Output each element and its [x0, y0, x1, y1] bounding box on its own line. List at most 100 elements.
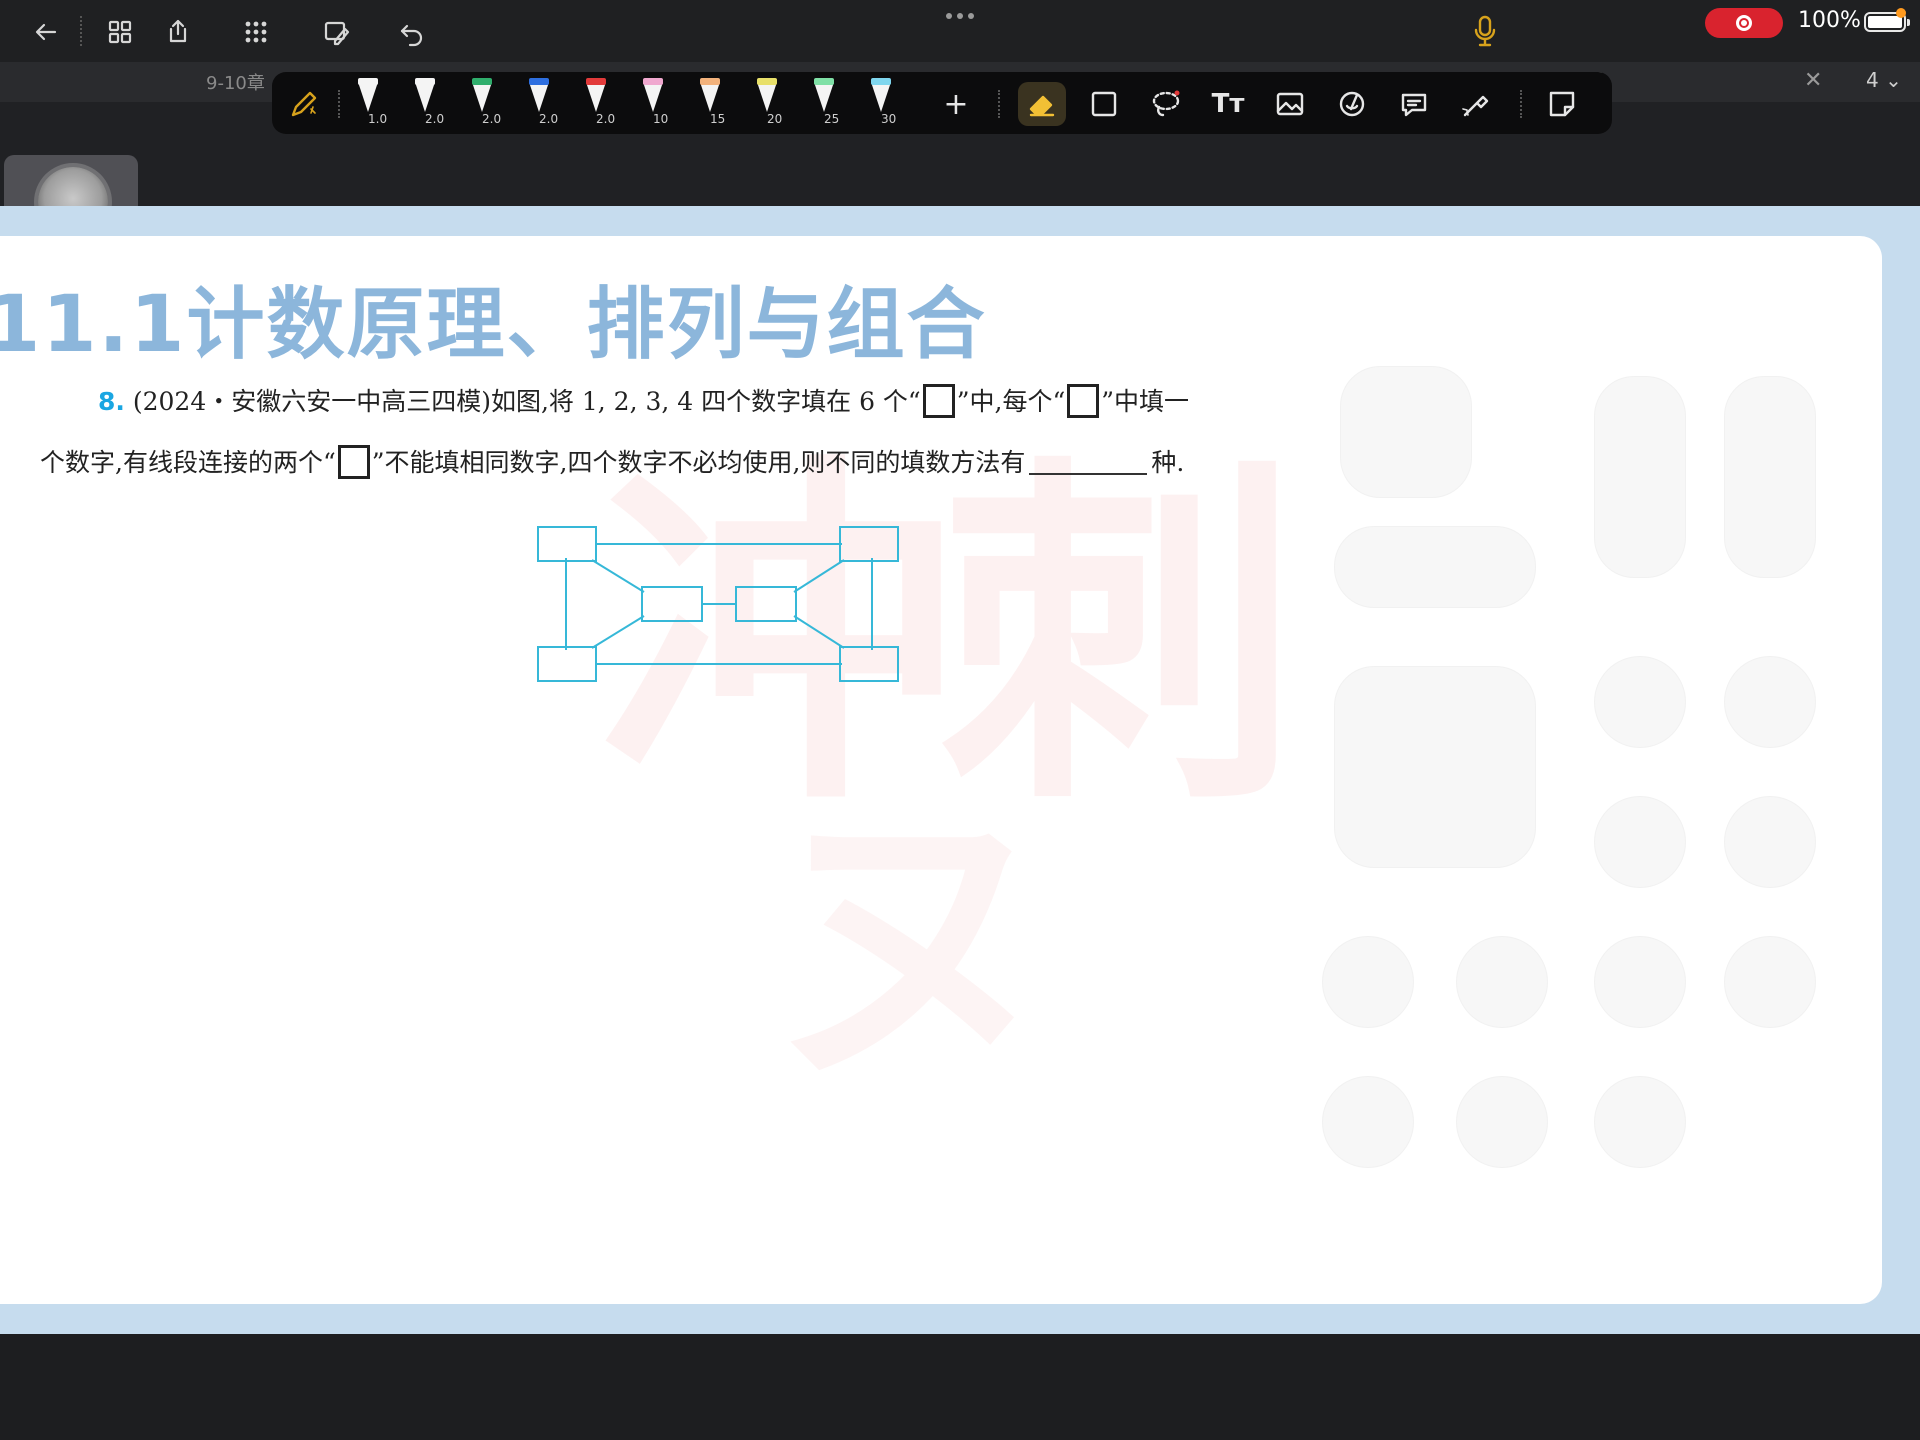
document-page: 冲刺 ヌ 11.1计数原理、排列与组合 8. (2024・安徽六安一中高三四模)…: [0, 236, 1882, 1304]
pen-size-label: 2.0: [596, 112, 616, 126]
lasso-icon[interactable]: [1146, 82, 1186, 126]
control-center-tile: [1340, 366, 1472, 498]
pen-tip-icon: [358, 82, 378, 112]
page-count-dropdown[interactable]: 4 ⌄: [1866, 68, 1902, 92]
pen-tip-icon: [529, 82, 549, 112]
answer-box-symbol: [922, 384, 955, 418]
share-export-icon[interactable]: [158, 12, 198, 52]
figure-box: [537, 646, 597, 682]
pen-size-label: 20: [767, 112, 783, 126]
image-icon[interactable]: [1270, 82, 1310, 126]
pen-size-label: 2.0: [539, 112, 559, 126]
pen-10[interactable]: 30: [863, 76, 909, 132]
pen-toolbar: 1.0 2.0 2.0 2.0 2.0 10 15 20 25 30 + Tт: [272, 72, 1612, 134]
eraser-icon[interactable]: [1018, 82, 1066, 126]
screen-recording-indicator[interactable]: [1705, 8, 1783, 38]
pen-color-band: [643, 78, 663, 85]
pen-size-label: 25: [824, 112, 840, 126]
pen-size-label: 30: [881, 112, 897, 126]
question-figure-diagram: [537, 526, 899, 682]
control-center-tile: [1334, 666, 1536, 868]
pen-tip-icon: [700, 82, 720, 112]
control-center-button: [1594, 1076, 1686, 1168]
pen-color-band: [472, 78, 492, 85]
figure-edge: [793, 559, 845, 593]
figure-edge: [591, 615, 645, 649]
pen-tip-icon: [643, 82, 663, 112]
question-line-1: 8. (2024・安徽六安一中高三四模)如图,将 1, 2, 3, 4 四个数字…: [98, 382, 1189, 418]
page-corner-icon[interactable]: [1542, 82, 1582, 126]
control-center-button: [1594, 936, 1686, 1028]
pencil-bluetooth-icon[interactable]: [284, 82, 324, 126]
question-text: ”中,每个“: [956, 387, 1066, 416]
sticker-icon[interactable]: [1332, 82, 1372, 126]
control-center-slider: [1594, 376, 1686, 578]
back-arrow-icon[interactable]: [26, 12, 66, 52]
apps-dots-icon[interactable]: [236, 12, 276, 52]
document-page-area: 冲刺 ヌ 11.1计数原理、排列与组合 8. (2024・安徽六安一中高三四模)…: [0, 206, 1920, 1334]
pen-8[interactable]: 20: [749, 76, 795, 132]
pen-size-label: 2.0: [482, 112, 502, 126]
pen-3[interactable]: 2.0: [464, 76, 510, 132]
pen-color-band: [529, 78, 549, 85]
figure-box: [537, 526, 597, 562]
pen-size-label: 15: [710, 112, 726, 126]
pen-tip-icon: [757, 82, 777, 112]
control-center-button: [1322, 1076, 1414, 1168]
control-center-button: [1724, 796, 1816, 888]
top-navigation-bar: 100%: [0, 0, 1920, 62]
thumbnail-grid-icon[interactable]: [100, 12, 140, 52]
question-text: ”中填一: [1101, 387, 1190, 416]
question-text: 种.: [1151, 448, 1185, 477]
pen-size-label: 10: [653, 112, 669, 126]
figure-box: [839, 646, 899, 682]
undo-icon[interactable]: [392, 12, 432, 52]
pen-tip-icon: [472, 82, 492, 112]
record-icon: [1736, 15, 1752, 31]
question-text: (2024・安徽六安一中高三四模)如图,将 1, 2, 3, 4 四个数字填在 …: [132, 387, 921, 416]
page-count-value: 4: [1866, 68, 1879, 92]
battery-percentage: 100%: [1798, 8, 1861, 33]
more-options-icon[interactable]: [940, 8, 980, 24]
text-tool-icon[interactable]: Tт: [1208, 82, 1248, 126]
pen-color-band: [814, 78, 834, 85]
control-center-tile: [1334, 526, 1536, 608]
pen-color-band: [871, 78, 891, 85]
watermark-decoration: ヌ: [760, 769, 1060, 1122]
pen-2[interactable]: 2.0: [407, 76, 453, 132]
divider: [1520, 90, 1522, 118]
question-number: 8.: [98, 387, 125, 416]
add-pen-label: +: [943, 86, 969, 122]
figure-edge: [793, 615, 845, 649]
figure-edge: [591, 559, 645, 593]
pen-6[interactable]: 10: [635, 76, 681, 132]
control-center-slider: [1724, 376, 1816, 578]
text-tool-label: Tт: [1211, 89, 1245, 119]
tab-active-document[interactable]: 9-10章: [206, 69, 265, 95]
question-line-2: 个数字,有线段连接的两个“ ”不能填相同数字,四个数字不必均使用,则不同的填数方法…: [40, 443, 1184, 479]
pen-4[interactable]: 2.0: [521, 76, 567, 132]
pen-9[interactable]: 25: [806, 76, 852, 132]
comment-icon[interactable]: [1394, 82, 1434, 126]
answer-box-symbol: [337, 445, 370, 479]
add-pen-button[interactable]: +: [936, 82, 976, 126]
question-text: 个数字,有线段连接的两个“: [40, 448, 336, 477]
read-only-mode-icon[interactable]: [316, 12, 356, 52]
laser-pointer-icon[interactable]: [1456, 82, 1496, 126]
pen-size-label: 2.0: [425, 112, 445, 126]
privacy-indicator-dot: [1896, 8, 1906, 18]
pen-1[interactable]: 1.0: [350, 76, 396, 132]
pen-7[interactable]: 15: [692, 76, 738, 132]
pen-tip-icon: [814, 82, 834, 112]
shape-rectangle-icon[interactable]: [1084, 82, 1124, 126]
pen-tip-icon: [871, 82, 891, 112]
microphone-icon[interactable]: [1470, 14, 1500, 48]
section-title: 11.1计数原理、排列与组合: [0, 280, 987, 370]
figure-box: [735, 586, 797, 622]
figure-box: [839, 526, 899, 562]
close-tab-icon[interactable]: ✕: [1804, 68, 1822, 93]
bottom-dark-area: [0, 1334, 1920, 1440]
pen-5[interactable]: 2.0: [578, 76, 624, 132]
control-center-button: [1724, 656, 1816, 748]
answer-blank[interactable]: [1029, 449, 1148, 475]
